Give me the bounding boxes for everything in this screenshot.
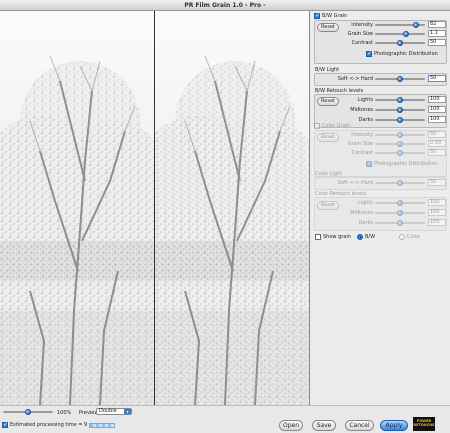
zoom-value: 100% (57, 410, 72, 416)
bottom-bar: 100% Preview Double ▾ Estimated processi… (0, 405, 450, 433)
bw-midtones-slider[interactable] (375, 107, 425, 113)
bw-radio-label: B/W (365, 234, 376, 240)
grain-preview[interactable] (155, 11, 309, 405)
show-grain-toggle[interactable]: Show grain (315, 234, 351, 240)
open-button[interactable]: Open (279, 420, 303, 431)
estimate-label: Estimated processing time = 9 sec. (10, 422, 99, 428)
color-contrast-field[interactable]: 50 (428, 149, 446, 156)
color-contrast-label: Contrast (351, 150, 373, 156)
color-grain-checkbox[interactable] (314, 123, 320, 129)
bw-soft-hard-field[interactable]: 50 (428, 75, 446, 82)
color-midtones-field[interactable]: 100 (428, 209, 446, 216)
bw-soft-hard-slider[interactable] (375, 76, 425, 82)
color-grain-size-field[interactable]: 0.50 (428, 140, 446, 147)
color-midtones-label: Midtones (350, 210, 373, 216)
bw-grain-size-field[interactable]: 1.1 (428, 30, 446, 37)
window-title: PR Film Grain 1.0 - Pro - (0, 0, 450, 11)
bw-midtones-field[interactable]: 100 (428, 106, 446, 113)
bw-grain-label: B/W Grain (322, 13, 348, 19)
bw-lights-label: Lights (357, 97, 373, 103)
bw-photographic-label: Photographic Distribution (374, 51, 438, 57)
color-soft-hard-field[interactable]: 50 (428, 179, 446, 186)
show-grain-bw-option[interactable]: B/W (357, 234, 375, 240)
color-radio[interactable] (399, 234, 405, 240)
color-contrast-slider[interactable] (375, 150, 425, 156)
color-photographic-label: Photographic Distribution (374, 161, 438, 167)
color-grain-size-slider[interactable] (375, 141, 425, 147)
control-panel: B/W Grain Reset Intensity 82 Grain Size … (311, 11, 450, 405)
color-photographic-checkbox[interactable] (366, 160, 372, 167)
apply-button[interactable]: Apply (380, 420, 408, 431)
bw-intensity-slider[interactable] (375, 22, 425, 28)
bw-midtones-label: Midtones (350, 107, 373, 113)
bw-intensity-field[interactable]: 82 (428, 21, 446, 28)
cancel-button[interactable]: Cancel (345, 420, 374, 431)
bw-contrast-label: Contrast (351, 40, 373, 46)
bw-photographic-toggle[interactable]: Photographic Distribution (366, 50, 438, 57)
tree-photo-grain (155, 11, 309, 405)
save-button[interactable]: Save (312, 420, 336, 431)
color-intensity-slider[interactable] (375, 132, 425, 138)
bw-darks-field[interactable]: 100 (428, 116, 446, 123)
color-darks-field[interactable]: 100 (428, 219, 446, 226)
color-darks-slider[interactable] (375, 220, 425, 226)
color-grain-toggle[interactable]: Color Grain (314, 123, 350, 129)
bw-grain-size-slider[interactable] (375, 31, 425, 37)
color-grain-label: Color Grain (322, 123, 351, 129)
bw-contrast-slider[interactable] (375, 40, 425, 46)
color-darks-label: Darks (358, 220, 373, 226)
show-grain-checkbox[interactable] (315, 234, 321, 240)
color-grain-size-label: Grain Size (347, 141, 373, 147)
power-retouche-logo: POWER RETOUCHE (413, 417, 435, 431)
bw-grain-toggle[interactable]: B/W Grain (314, 12, 348, 19)
bw-radio[interactable] (357, 234, 363, 240)
bw-contrast-field[interactable]: 50 (428, 39, 446, 46)
bw-intensity-label: Intensity (351, 22, 373, 28)
color-intensity-label: Intensity (351, 132, 373, 138)
bw-lights-slider[interactable] (375, 97, 425, 103)
show-grain-color-option[interactable]: Color (399, 234, 420, 240)
bw-photographic-checkbox[interactable] (366, 50, 372, 57)
tree-photo-original (0, 11, 155, 405)
preview-mode-value: Double (99, 408, 117, 414)
color-photographic-toggle[interactable]: Photographic Distribution (366, 160, 438, 167)
estimate-toggle[interactable]: Estimated processing time = 9 sec. (2, 421, 99, 428)
chevron-down-icon: ▾ (124, 409, 131, 414)
preview-divider[interactable] (154, 11, 155, 405)
zoom-slider[interactable] (3, 409, 53, 415)
color-lights-slider[interactable] (375, 200, 425, 206)
processing-progress (89, 423, 115, 428)
bw-darks-slider[interactable] (375, 117, 425, 123)
bw-grain-size-label: Grain Size (347, 31, 373, 37)
estimate-checkbox[interactable] (2, 421, 8, 428)
preview-mode-select[interactable]: Double ▾ (96, 408, 132, 415)
color-midtones-slider[interactable] (375, 210, 425, 216)
original-preview[interactable] (0, 11, 155, 405)
color-lights-field[interactable]: 100 (428, 199, 446, 206)
color-lights-label: Lights (357, 200, 373, 206)
bw-grain-checkbox[interactable] (314, 12, 320, 19)
color-soft-hard-slider[interactable] (375, 180, 425, 186)
color-radio-label: Color (407, 234, 421, 240)
logo-line2: RETOUCHE (413, 423, 435, 427)
preview-area[interactable] (0, 11, 310, 405)
bw-soft-hard-label: Soft <-> Hard (337, 76, 373, 82)
color-intensity-field[interactable]: 50 (428, 131, 446, 138)
show-grain-label: Show grain (323, 234, 351, 240)
color-soft-hard-label: Soft <-> Hard (337, 180, 373, 186)
bw-lights-field[interactable]: 100 (428, 96, 446, 103)
